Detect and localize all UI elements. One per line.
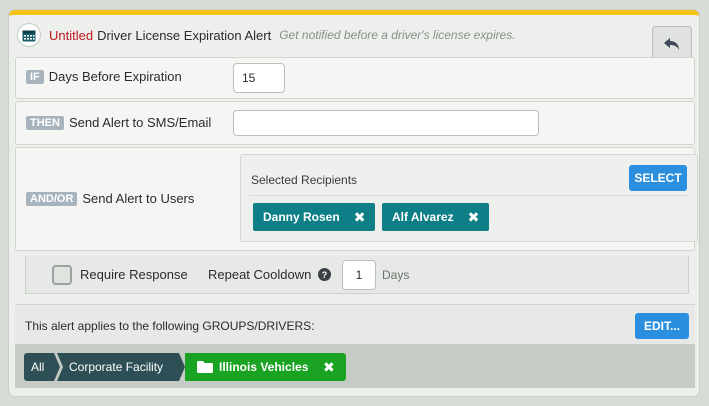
calendar-icon: [17, 23, 41, 47]
days-before-input[interactable]: [233, 63, 285, 93]
recipient-name: Danny Rosen: [263, 210, 340, 224]
recipients-box: Selected Recipients SELECT Danny Rosen ✖…: [240, 154, 698, 242]
then-label: Send Alert to SMS/Email: [68, 115, 212, 130]
andor-badge: AND/OR: [26, 191, 78, 206]
selected-group-label: Illinois Vehicles: [219, 360, 309, 374]
recipient-name: Alf Alvarez: [392, 210, 454, 224]
if-row: IF Days Before Expiration: [15, 57, 695, 99]
breadcrumb-label: All: [31, 360, 45, 374]
select-button[interactable]: SELECT: [629, 165, 687, 191]
remove-group-icon[interactable]: ✖: [323, 359, 335, 376]
folder-icon: [197, 361, 213, 373]
help-icon[interactable]: ?: [318, 268, 331, 284]
selected-recipients-label: Selected Recipients: [251, 173, 358, 187]
andor-row: AND/OR Send Alert to Users Selected Reci…: [15, 147, 698, 251]
alert-title: Driver License Expiration Alert: [97, 27, 272, 43]
recipient-chip: Alf Alvarez ✖: [382, 203, 490, 231]
breadcrumb-label: Corporate Facility: [69, 360, 164, 374]
breadcrumb-corporate-facility[interactable]: Corporate Facility: [57, 353, 185, 381]
untitled-label[interactable]: Untitled: [49, 28, 93, 43]
require-response-checkbox[interactable]: [52, 265, 72, 285]
undo-arrow-icon: [663, 37, 681, 54]
then-row: THEN Send Alert to SMS/Email: [15, 101, 695, 145]
if-label: Days Before Expiration: [48, 69, 182, 84]
applies-section: This alert applies to the following GROU…: [9, 304, 699, 396]
if-badge: IF: [26, 69, 44, 84]
alert-panel: Untitled Driver License Expiration Alert…: [9, 10, 699, 396]
alert-header: Untitled Driver License Expiration Alert…: [9, 15, 699, 55]
remove-recipient-icon[interactable]: ✖: [468, 209, 480, 226]
breadcrumb-all[interactable]: All: [24, 353, 60, 381]
recipient-chip: Danny Rosen ✖: [253, 203, 376, 231]
recipients-divider: [249, 195, 689, 196]
cooldown-unit: Days: [382, 268, 410, 282]
edit-button[interactable]: EDIT...: [635, 313, 689, 339]
sms-email-input[interactable]: [233, 110, 539, 136]
options-row: Require Response Repeat Cooldown ? Days: [25, 256, 689, 294]
applies-header: This alert applies to the following GROU…: [15, 304, 695, 344]
then-badge: THEN: [26, 115, 64, 130]
remove-recipient-icon[interactable]: ✖: [354, 209, 366, 226]
selected-group-chip: Illinois Vehicles ✖: [185, 353, 346, 381]
applies-label: This alert applies to the following GROU…: [25, 319, 315, 333]
group-breadcrumb: All Corporate Facility Illinois Vehicles…: [15, 344, 695, 388]
repeat-cooldown-label: Repeat Cooldown: [208, 267, 312, 282]
alert-description: Get notified before a driver's license e…: [279, 28, 516, 42]
require-response-label: Require Response: [80, 267, 188, 282]
andor-label: Send Alert to Users: [82, 191, 195, 206]
svg-text:?: ?: [322, 270, 328, 280]
cooldown-input[interactable]: [342, 260, 376, 290]
